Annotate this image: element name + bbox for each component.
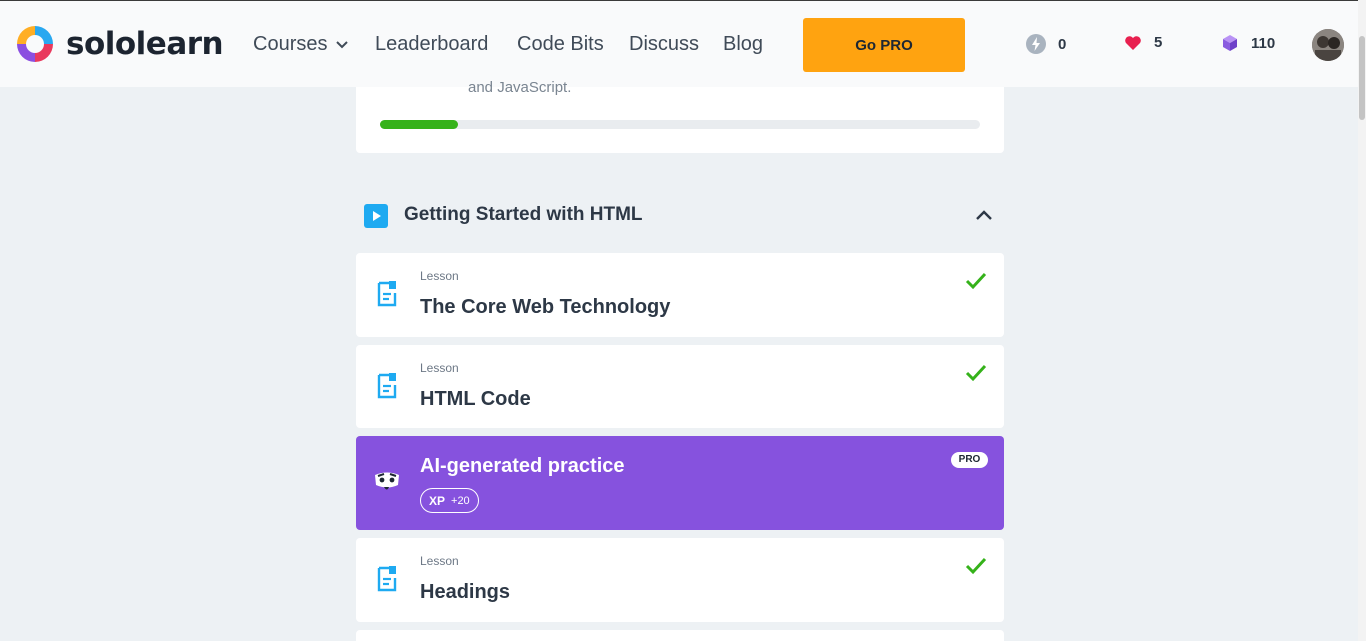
lightning-icon [1026, 34, 1046, 54]
collapse-section-button[interactable] [972, 205, 996, 225]
nav-code-bits[interactable]: Code Bits [517, 33, 604, 56]
gems-value: 110 [1251, 34, 1276, 52]
ai-mascot-icon [375, 472, 399, 490]
lesson-type: Lesson [420, 361, 459, 375]
sololearn-logo-icon [17, 26, 53, 62]
xp-reward-badge: XP +20 [420, 488, 479, 513]
xp-label: XP [429, 493, 446, 508]
course-progress-bar [380, 120, 980, 129]
go-pro-button[interactable]: Go PRO [803, 18, 965, 72]
course-overview-card: and JavaScript. [356, 79, 1004, 153]
lesson-title: The Core Web Technology [420, 296, 671, 318]
lesson-item-partial[interactable] [356, 630, 1004, 641]
nav-discuss[interactable]: Discuss [629, 33, 699, 56]
lesson-type: Lesson [420, 269, 459, 283]
course-description: and JavaScript. [468, 79, 572, 96]
scrollbar-thumb[interactable] [1359, 36, 1365, 120]
check-icon [965, 364, 987, 382]
play-icon [364, 204, 388, 228]
user-avatar[interactable] [1312, 29, 1344, 61]
lesson-type: Lesson [420, 554, 459, 568]
check-icon [965, 272, 987, 290]
course-progress-fill [380, 120, 458, 129]
gem-cube-icon [1223, 35, 1237, 51]
lesson-title: Headings [420, 581, 511, 603]
avatar-image [1312, 29, 1344, 61]
lesson-document-icon [377, 373, 397, 399]
nav-leaderboard[interactable]: Leaderboard [375, 33, 488, 56]
lesson-item[interactable]: Lesson HTML Code [356, 345, 1004, 428]
brand-name: sololearn [66, 26, 224, 62]
section-header[interactable]: Getting Started with HTML [356, 193, 1004, 237]
lesson-item[interactable]: Lesson The Core Web Technology [356, 253, 1004, 337]
sololearn-logo[interactable]: sololearn [14, 23, 224, 65]
top-navbar: sololearn Courses Leaderboard Code Bits … [0, 0, 1358, 87]
nav-courses-label: Courses [253, 33, 328, 55]
ai-practice-title: AI-generated practice [420, 455, 625, 477]
xp-value: +20 [451, 494, 470, 507]
gems-counter[interactable]: 110 [1221, 34, 1275, 52]
heart-icon [1125, 35, 1141, 50]
streak-value: 0 [1058, 35, 1067, 53]
ai-practice-item[interactable]: AI-generated practice XP +20 PRO [356, 436, 1004, 530]
streak-counter[interactable]: 0 [1026, 34, 1066, 54]
lesson-document-icon [377, 566, 397, 592]
nav-blog[interactable]: Blog [723, 33, 763, 56]
section-title: Getting Started with HTML [404, 204, 643, 225]
hearts-value: 5 [1154, 34, 1163, 51]
hearts-counter[interactable]: 5 [1124, 34, 1162, 51]
chevron-down-icon [336, 40, 349, 48]
chevron-up-icon [976, 210, 992, 220]
lesson-title: HTML Code [420, 388, 531, 410]
pro-badge: PRO [951, 452, 988, 468]
page-scrollbar[interactable] [1358, 0, 1366, 641]
nav-courses[interactable]: Courses [253, 33, 349, 56]
check-icon [965, 557, 987, 575]
lesson-item[interactable]: Lesson Headings [356, 538, 1004, 622]
lesson-document-icon [377, 281, 397, 307]
